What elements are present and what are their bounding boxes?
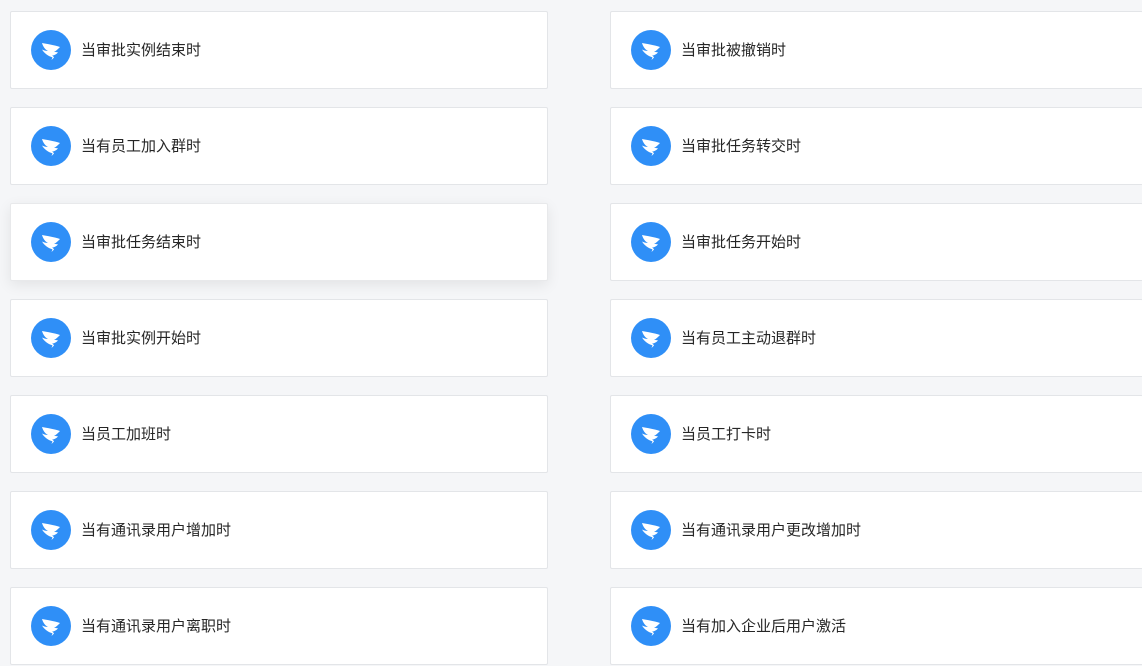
dingtalk-wing-icon bbox=[31, 126, 71, 166]
trigger-card-approval-task-transferred[interactable]: 当审批任务转交时 bbox=[610, 107, 1142, 185]
trigger-label: 当审批任务开始时 bbox=[681, 232, 802, 251]
trigger-label: 当有通讯录用户离职时 bbox=[81, 616, 232, 635]
trigger-label: 当有员工加入群时 bbox=[81, 136, 202, 155]
trigger-card-approval-instance-end[interactable]: 当审批实例结束时 bbox=[10, 11, 548, 89]
trigger-label: 当有员工主动退群时 bbox=[681, 328, 817, 347]
trigger-label: 当审批实例结束时 bbox=[81, 40, 202, 59]
trigger-card-member-leave-group[interactable]: 当有员工主动退群时 bbox=[610, 299, 1142, 377]
dingtalk-wing-icon bbox=[631, 606, 671, 646]
dingtalk-wing-icon bbox=[631, 414, 671, 454]
dingtalk-wing-icon bbox=[631, 30, 671, 70]
trigger-label: 当有通讯录用户更改增加时 bbox=[681, 520, 862, 539]
dingtalk-wing-icon bbox=[631, 510, 671, 550]
dingtalk-wing-icon bbox=[31, 30, 71, 70]
trigger-label: 当有加入企业后用户激活 bbox=[681, 616, 847, 635]
dingtalk-wing-icon bbox=[31, 606, 71, 646]
dingtalk-wing-icon bbox=[31, 318, 71, 358]
trigger-card-employee-overtime[interactable]: 当员工加班时 bbox=[10, 395, 548, 473]
trigger-label: 当审批任务转交时 bbox=[681, 136, 802, 155]
trigger-grid: 当审批实例结束时 当有员工加入群时 当审批任务结束时 当审批实例开始时 当员工加… bbox=[0, 0, 1142, 666]
trigger-card-contact-user-added[interactable]: 当有通讯录用户增加时 bbox=[10, 491, 548, 569]
trigger-card-contact-user-changed[interactable]: 当有通讯录用户更改增加时 bbox=[610, 491, 1142, 569]
trigger-label: 当审批实例开始时 bbox=[81, 328, 202, 347]
trigger-card-user-activated[interactable]: 当有加入企业后用户激活 bbox=[610, 587, 1142, 665]
dingtalk-wing-icon bbox=[631, 126, 671, 166]
trigger-card-approval-task-end[interactable]: 当审批任务结束时 bbox=[10, 203, 548, 281]
trigger-label: 当审批任务结束时 bbox=[81, 232, 202, 251]
trigger-card-member-join-group[interactable]: 当有员工加入群时 bbox=[10, 107, 548, 185]
dingtalk-wing-icon bbox=[31, 414, 71, 454]
trigger-card-contact-user-resigned[interactable]: 当有通讯录用户离职时 bbox=[10, 587, 548, 665]
trigger-card-approval-instance-start[interactable]: 当审批实例开始时 bbox=[10, 299, 548, 377]
trigger-card-approval-task-start[interactable]: 当审批任务开始时 bbox=[610, 203, 1142, 281]
trigger-label: 当员工打卡时 bbox=[681, 424, 772, 443]
trigger-card-employee-checkin[interactable]: 当员工打卡时 bbox=[610, 395, 1142, 473]
dingtalk-wing-icon bbox=[31, 222, 71, 262]
trigger-label: 当员工加班时 bbox=[81, 424, 172, 443]
trigger-card-approval-revoked[interactable]: 当审批被撤销时 bbox=[610, 11, 1142, 89]
dingtalk-wing-icon bbox=[631, 222, 671, 262]
dingtalk-wing-icon bbox=[31, 510, 71, 550]
trigger-label: 当审批被撤销时 bbox=[681, 40, 787, 59]
dingtalk-wing-icon bbox=[631, 318, 671, 358]
trigger-label: 当有通讯录用户增加时 bbox=[81, 520, 232, 539]
